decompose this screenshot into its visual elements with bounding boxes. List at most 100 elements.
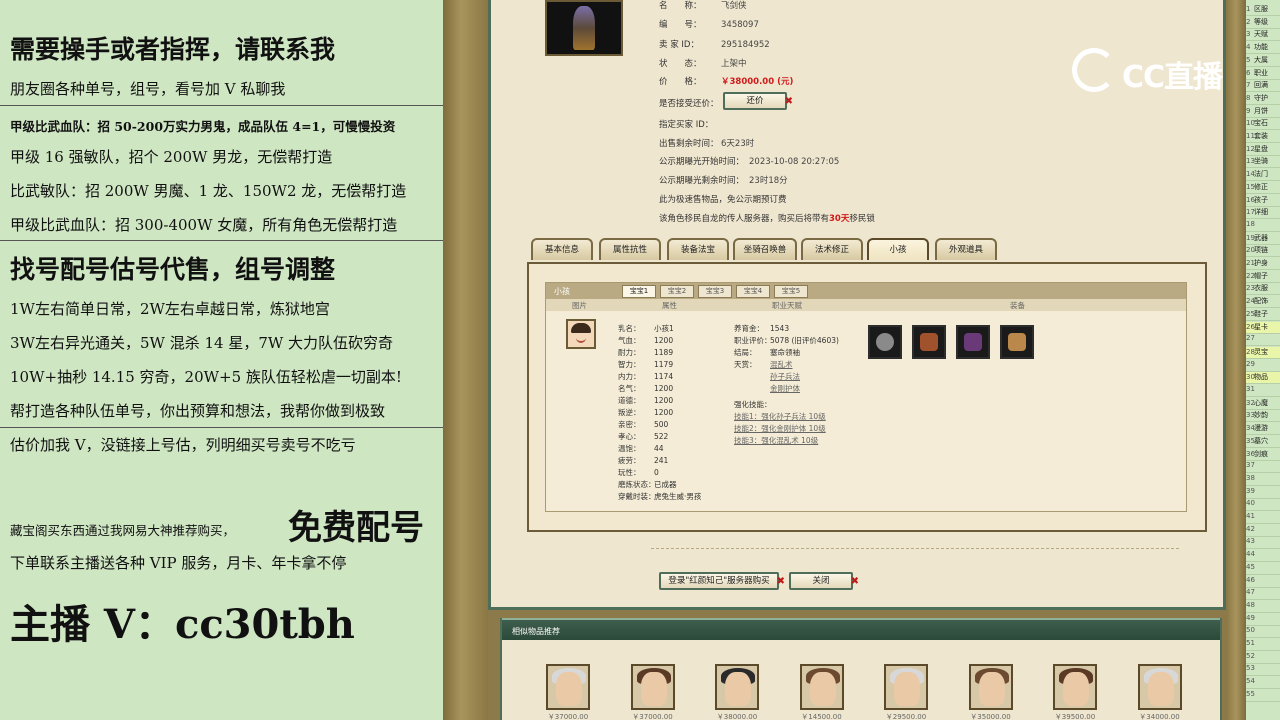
tab-basic-info[interactable]: 基本信息 [531,238,593,260]
similar-item-price: ￥34000.00 [1139,713,1180,720]
col-attributes: 属性 [662,301,677,310]
filter-list-row[interactable]: 29 [1246,360,1280,372]
filter-list-row[interactable]: 41 [1246,512,1280,524]
equip-belt-icon[interactable] [868,325,902,359]
close-icon: ✖ [784,96,793,107]
talent-link[interactable]: 孙子兵法 [770,371,800,382]
subtab-baby-4[interactable]: 宝宝4 [736,285,770,298]
filter-list-row[interactable]: 53 [1246,664,1280,677]
login-buy-button[interactable]: 登录"红颜知己"服务器购买 ✖ [659,572,785,590]
filter-list-row[interactable]: 2 等级 [1246,17,1280,29]
filter-list-row[interactable]: 43 [1246,537,1280,550]
item-detail-window: 名 称： 飞剑侠 编 号： 3458097 卖 家 ID： 295184952 状 态… [488,0,1226,610]
similar-item-card[interactable] [546,664,590,710]
filter-list-row[interactable]: 4 功能 [1246,42,1280,55]
strength-skill[interactable]: 技能3：强化混乱术 10级 [734,435,818,446]
equip-armor-icon[interactable] [912,325,946,359]
filter-list-row[interactable]: 14法门 [1246,169,1280,182]
similar-item-card[interactable] [1053,664,1097,710]
filter-list-row[interactable]: 42 [1246,525,1280,537]
filter-list-row[interactable]: 26星卡 [1246,321,1280,334]
filter-list-row[interactable]: 12星盘 [1246,144,1280,156]
bargain-button[interactable]: 还价 ✖ [723,92,793,110]
filter-list-row[interactable]: 32心魔 [1246,398,1280,410]
filter-list-row[interactable]: 10宝石 [1246,118,1280,131]
panel-line-8: 1W左右简单日常，2W左右卓越日常，炼狱地宫 [10,300,330,318]
tab-equipment[interactable]: 装备法宝 [667,238,729,260]
subtab-baby-5[interactable]: 宝宝5 [774,285,808,298]
filter-list-row[interactable]: 48 [1246,601,1280,613]
tab-appearance[interactable]: 外观道具 [935,238,997,260]
similar-item-card[interactable] [884,664,928,710]
character-avatar [545,0,623,56]
subtab-baby-3[interactable]: 宝宝3 [698,285,732,298]
filter-list-row[interactable]: 15修正 [1246,182,1280,194]
filter-list-row[interactable]: 13坐骑 [1246,156,1280,169]
filter-list-row[interactable]: 20项链 [1246,245,1280,258]
filter-list-row[interactable]: 55 [1246,690,1280,702]
divider [0,240,443,241]
filter-list-row[interactable]: 3 天赋 [1246,29,1280,42]
filter-list-row[interactable]: 27 [1246,334,1280,347]
filter-list-row[interactable]: 37 [1246,461,1280,474]
subtab-baby-1[interactable]: 宝宝1 [622,285,656,298]
filter-list-row[interactable]: 34漫游 [1246,423,1280,436]
strength-skill[interactable]: 技能1：强化孙子兵法 10级 [734,411,826,422]
similar-item-card[interactable] [715,664,759,710]
filter-list-row[interactable]: 22帽子 [1246,271,1280,283]
tab-mounts-pets[interactable]: 坐骑召唤兽 [733,238,797,260]
filter-list-row[interactable]: 18 [1246,220,1280,232]
filter-list-row[interactable]: 51 [1246,639,1280,651]
similar-item-card[interactable] [799,664,844,710]
panel-line-9: 3W左右异光通关，5W 混杀 14 星，7W 大力队伍砍穷奇 [10,334,394,352]
filter-list-row[interactable]: 44 [1246,550,1280,563]
col-career: 职业天赋 [772,301,802,310]
subtab-baby-2[interactable]: 宝宝2 [660,285,694,298]
similar-item-card[interactable] [630,664,675,710]
filter-list-row[interactable]: 7 回满 [1246,80,1280,93]
filter-list-row[interactable]: 33妙韵 [1246,410,1280,423]
similar-item-card[interactable] [968,664,1013,710]
tab-spells[interactable]: 法术修正 [801,238,863,260]
skill-talent-label: 天赏： 混乱术 [734,360,793,369]
filter-list-row[interactable]: 31 [1246,385,1280,397]
filter-list-row[interactable]: 24配饰 [1246,296,1280,309]
filter-list-row[interactable]: 6 职业 [1246,68,1280,80]
filter-list-row[interactable]: 54 [1246,677,1280,690]
equip-boots-icon[interactable] [1000,325,1034,359]
filter-list-row[interactable]: 25鞋子 [1246,309,1280,321]
filter-list-row[interactable]: 5 大属 [1246,55,1280,67]
filter-list-row[interactable]: 40 [1246,499,1280,512]
strength-skill[interactable]: 技能2：强化金刚护体 10级 [734,423,826,434]
filter-list-row[interactable]: 47 [1246,588,1280,601]
filter-list-row[interactable]: 28灵宝 [1246,346,1280,359]
filter-list-row[interactable]: 46 [1246,576,1280,588]
filter-list-row[interactable]: 52 [1246,652,1280,664]
similar-item-card[interactable] [1137,664,1182,710]
filter-list-row[interactable]: 49 [1246,614,1280,626]
filter-list-row[interactable]: 39 [1246,487,1280,499]
equip-scroll-icon[interactable] [956,325,990,359]
logo-text: CC直播 [1122,60,1223,95]
filter-list-row[interactable]: 9 月饼 [1246,106,1280,118]
close-button[interactable]: 关闭 ✖ [789,572,859,590]
talent-link[interactable]: 金刚护体 [770,383,800,394]
filter-list-row[interactable]: 17详细 [1246,207,1280,220]
filter-list-row[interactable]: 1 区服 [1246,4,1280,16]
filter-list-row[interactable]: 36剑痕 [1246,449,1280,461]
filter-list-row[interactable]: 11套装 [1246,131,1280,143]
filter-list-row[interactable]: 50 [1246,626,1280,639]
filter-list-row[interactable]: 23衣服 [1246,283,1280,296]
tab-child[interactable]: 小孩 [867,238,929,260]
filter-list-row[interactable]: 21护身 [1246,258,1280,270]
filter-list-row[interactable]: 16孩子 [1246,195,1280,207]
filter-list-row[interactable]: 30物品 [1246,372,1280,385]
filter-list-row[interactable]: 19武器 [1246,233,1280,245]
talent-link[interactable]: 混乱术 [770,360,793,369]
filter-list-row[interactable]: 38 [1246,474,1280,486]
tab-attributes[interactable]: 属性抗性 [599,238,661,260]
filter-list-row[interactable]: 35墓穴 [1246,436,1280,448]
filter-list-row[interactable]: 8 守护 [1246,93,1280,105]
filter-list-row[interactable]: 45 [1246,563,1280,575]
similar-item-price: ￥38000.00 [716,713,758,720]
